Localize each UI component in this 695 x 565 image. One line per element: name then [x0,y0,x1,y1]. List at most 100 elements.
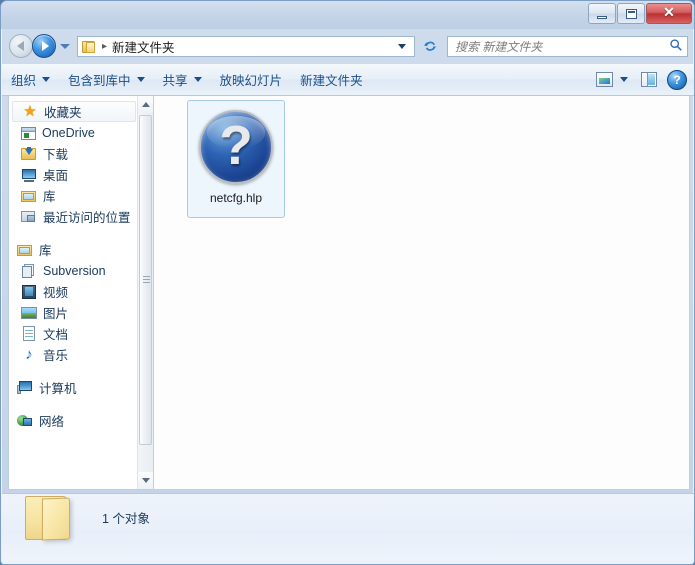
chevron-up-icon [141,102,150,107]
maximize-icon [618,4,644,23]
status-bar: 1 个对象 [2,492,694,564]
toolbar-slideshow[interactable]: 放映幻灯片 [211,67,292,93]
music-icon: ♪ [25,345,33,363]
back-button[interactable] [9,34,33,58]
documents-icon [21,325,37,342]
sidebar-item-recent-places-label: 最近访问的位置 [43,211,131,225]
sidebar-item-documents[interactable]: 文档 [9,323,139,344]
search-input[interactable]: 搜索 新建文件夹 [448,38,665,55]
sidebar-item-music[interactable]: ♪ 音乐 [9,344,139,365]
chevron-down-icon[interactable] [398,44,406,49]
sidebar-item-desktop[interactable]: 桌面 [9,164,139,185]
chevron-down-icon [193,77,202,82]
forward-icon [32,34,56,58]
navigation-pane-scrollbar[interactable] [137,96,153,489]
help-icon[interactable]: ? [667,69,687,90]
toolbar-organize-label: 组织 [11,74,37,88]
change-view-icon[interactable] [596,72,613,87]
back-icon [9,34,33,58]
sidebar-item-onedrive-label: OneDrive [42,125,95,140]
scrollbar-thumb[interactable] [139,115,152,445]
title-bar: ✕ [1,1,694,29]
command-bar: 组织 包含到库中 共享 放映幻灯片 新建文件夹 ? [2,64,694,96]
sidebar-item-favorites[interactable]: ★ 收藏夹 [12,101,136,122]
onedrive-icon [21,126,36,140]
sidebar-item-libraries-fav[interactable]: 库 [9,185,139,206]
recent-places-icon [21,209,37,225]
close-glyph: ✕ [663,5,675,21]
sidebar-item-libraries[interactable]: 库 [9,239,139,260]
sidebar-item-subversion[interactable]: Subversion [9,260,139,281]
navigation-pane: ★ 收藏夹 OneDrive 下载 桌面 库 最近访问的位置 库 Subvers… [8,96,154,490]
library-icon [21,188,37,204]
explorer-body: ★ 收藏夹 OneDrive 下载 桌面 库 最近访问的位置 库 Subvers… [2,96,694,493]
sidebar-item-favorites-label: 收藏夹 [44,106,82,120]
sidebar-item-documents-label: 文档 [43,328,69,342]
breadcrumb[interactable]: 新建文件夹 [112,37,175,56]
refresh-icon [423,41,436,51]
sidebar-item-pictures[interactable]: 图片 [9,302,139,323]
toolbar-slideshow-label: 放映幻灯片 [219,74,283,88]
close-icon: ✕ [647,4,691,23]
folder-icon [22,492,80,548]
explorer-window: ✕ ▸ 新建文件夹 搜索 新建文件夹 组织 包含到库中 共享 放映幻灯片 新建文… [0,0,695,565]
search-box[interactable]: 搜索 新建文件夹 [447,36,688,57]
address-bar-row: ▸ 新建文件夹 搜索 新建文件夹 [1,29,694,64]
toolbar-new-folder-label: 新建文件夹 [300,74,363,88]
window-controls: ✕ [587,3,692,24]
toolbar-share-label: 共享 [162,74,188,88]
star-icon: ★ [23,102,37,120]
folder-icon [82,40,98,54]
chevron-down-icon [136,77,145,82]
recent-locations-dropdown-icon[interactable] [60,44,70,49]
sidebar-item-downloads[interactable]: 下载 [9,143,139,164]
sidebar-item-recent-places[interactable]: 最近访问的位置 [9,206,139,227]
sidebar-item-subversion-label: Subversion [43,263,106,278]
sidebar-item-computer[interactable]: 计算机 [9,377,139,398]
address-bar[interactable]: ▸ 新建文件夹 [77,36,415,57]
sidebar-divider [9,227,139,239]
desktop-icon [21,167,37,183]
scroll-down-button[interactable] [138,472,153,489]
toolbar-organize[interactable]: 组织 [2,67,59,93]
forward-button[interactable] [32,34,56,58]
help-file-icon: ? [199,110,273,184]
sidebar-item-videos[interactable]: 视频 [9,281,139,302]
downloads-icon [21,146,37,162]
sidebar-item-videos-label: 视频 [43,286,69,300]
sidebar-item-desktop-label: 桌面 [43,169,69,183]
sidebar-divider [9,398,139,410]
maximize-button[interactable] [617,3,645,24]
sidebar-item-network-label: 网络 [39,415,65,429]
question-mark-icon: ? [219,113,253,176]
library-icon [17,242,33,258]
toolbar-include-in-library[interactable]: 包含到库中 [59,67,154,93]
chevron-down-icon [141,478,150,483]
sidebar-item-network[interactable]: 网络 [9,410,139,431]
file-name-label: netcfg.hlp [209,191,263,205]
sidebar-item-onedrive[interactable]: OneDrive [9,122,139,143]
toolbar-new-folder[interactable]: 新建文件夹 [291,67,372,93]
list-item[interactable]: ? netcfg.hlp [187,100,285,218]
item-count-label: 1 个对象 [102,512,150,526]
command-bar-right-group: ? [596,69,694,90]
refresh-button[interactable] [420,37,440,56]
scroll-up-button[interactable] [138,96,153,113]
subversion-icon [21,263,37,279]
sidebar-item-pictures-label: 图片 [43,307,69,321]
sidebar-item-libraries-fav-label: 库 [43,190,56,204]
close-button[interactable]: ✕ [646,3,692,24]
file-list-pane[interactable]: ? netcfg.hlp [154,96,690,490]
preview-pane-icon[interactable] [641,72,657,87]
sidebar-divider [9,365,139,377]
network-icon [17,413,33,429]
pictures-icon [21,305,37,321]
minimize-button[interactable] [588,3,616,24]
minimize-icon [589,4,615,23]
toolbar-share[interactable]: 共享 [154,67,211,93]
navigation-list: ★ 收藏夹 OneDrive 下载 桌面 库 最近访问的位置 库 Subvers… [9,96,139,431]
sidebar-item-computer-label: 计算机 [39,382,77,396]
scrollbar-grip-icon [143,276,150,284]
chevron-down-icon[interactable] [620,77,628,82]
toolbar-include-in-library-label: 包含到库中 [68,74,131,88]
